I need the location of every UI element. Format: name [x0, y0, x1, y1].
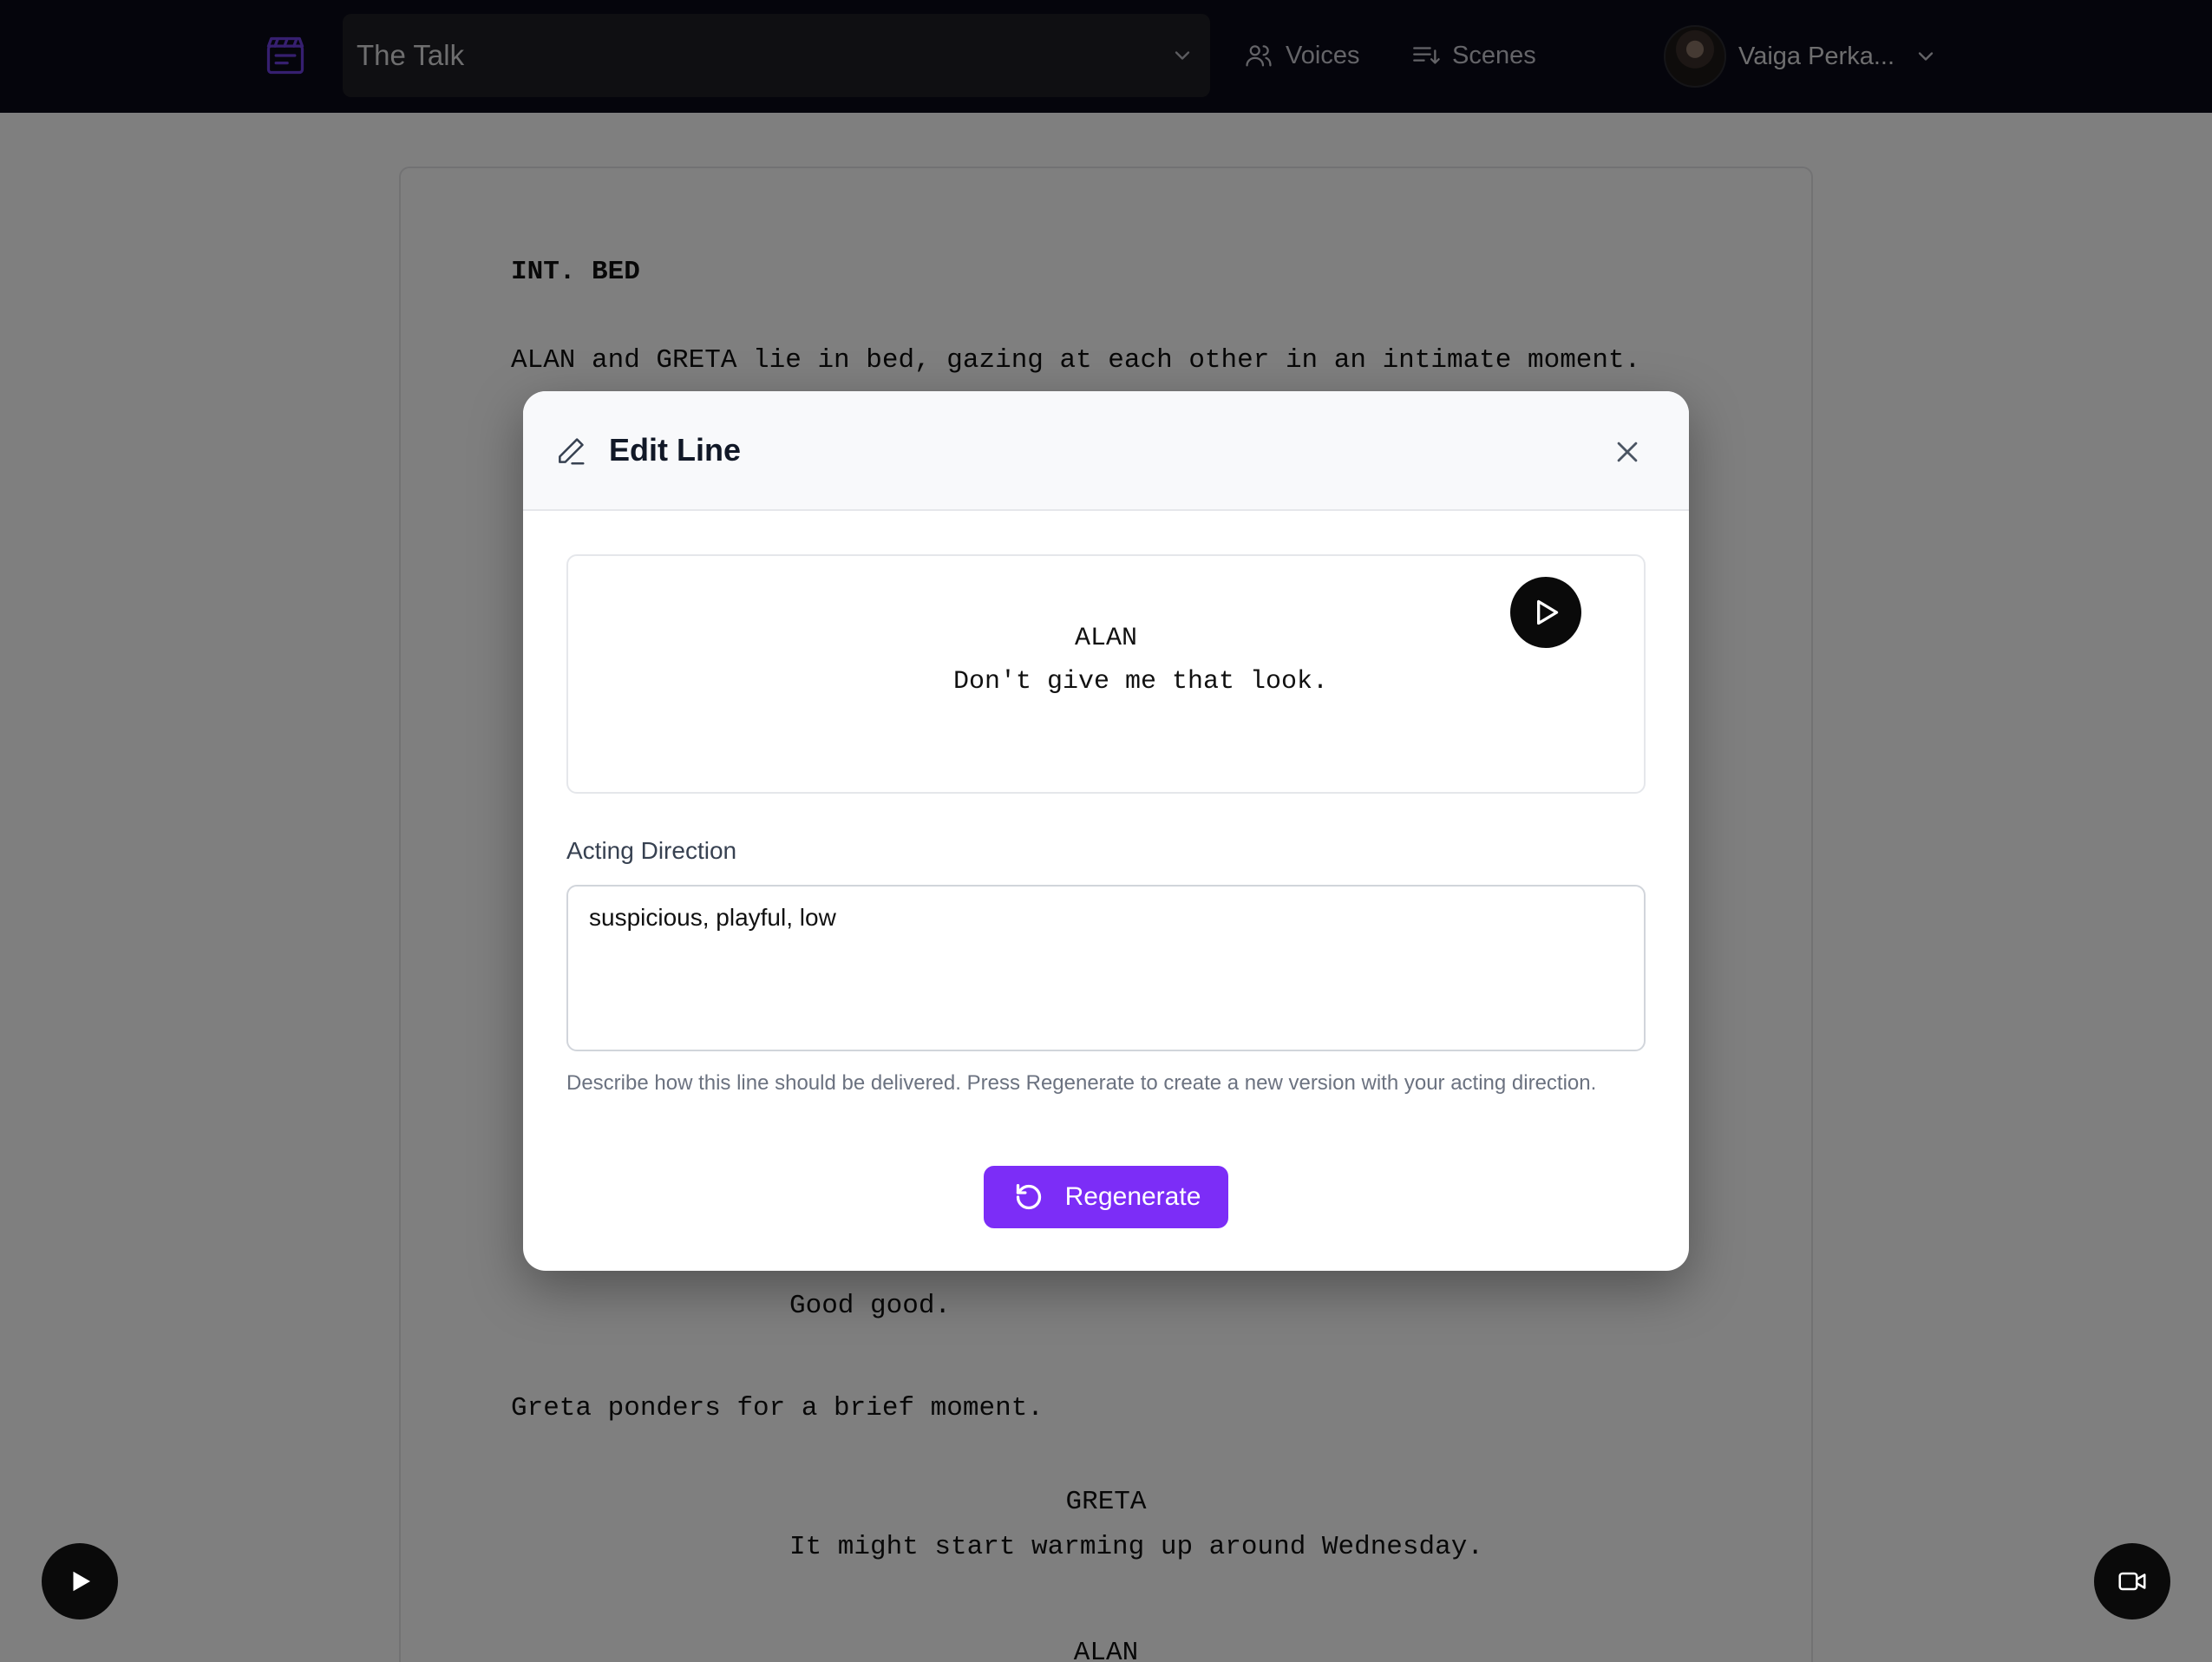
video-button[interactable]	[2094, 1543, 2170, 1619]
play-icon	[73, 1571, 90, 1592]
acting-direction-input[interactable]: suspicious, playful, low	[566, 885, 1646, 1051]
help-text: Describe how this line should be deliver…	[566, 1071, 1597, 1095]
regenerate-label: Regenerate	[1064, 1182, 1201, 1211]
regenerate-button[interactable]: Regenerate	[984, 1166, 1228, 1228]
pencil-icon	[559, 438, 585, 465]
line-preview: ALAN Don't give me that look.	[566, 554, 1646, 794]
acting-direction-label: Acting Direction	[566, 837, 737, 864]
video-camera-icon	[2118, 1572, 2146, 1591]
line-character: ALAN	[1074, 624, 1137, 653]
play-icon	[1537, 599, 1559, 625]
line-text: Don't give me that look.	[952, 667, 1329, 697]
edit-line-dialog: Edit Line ALAN Don't give me that look. …	[523, 391, 1689, 1271]
play-all-button[interactable]	[42, 1543, 118, 1619]
close-icon[interactable]	[1613, 437, 1642, 467]
play-line-button[interactable]	[1510, 577, 1581, 648]
dialog-title: Edit Line	[609, 432, 741, 468]
dialog-header: Edit Line	[523, 391, 1689, 511]
refresh-icon	[1016, 1184, 1041, 1210]
